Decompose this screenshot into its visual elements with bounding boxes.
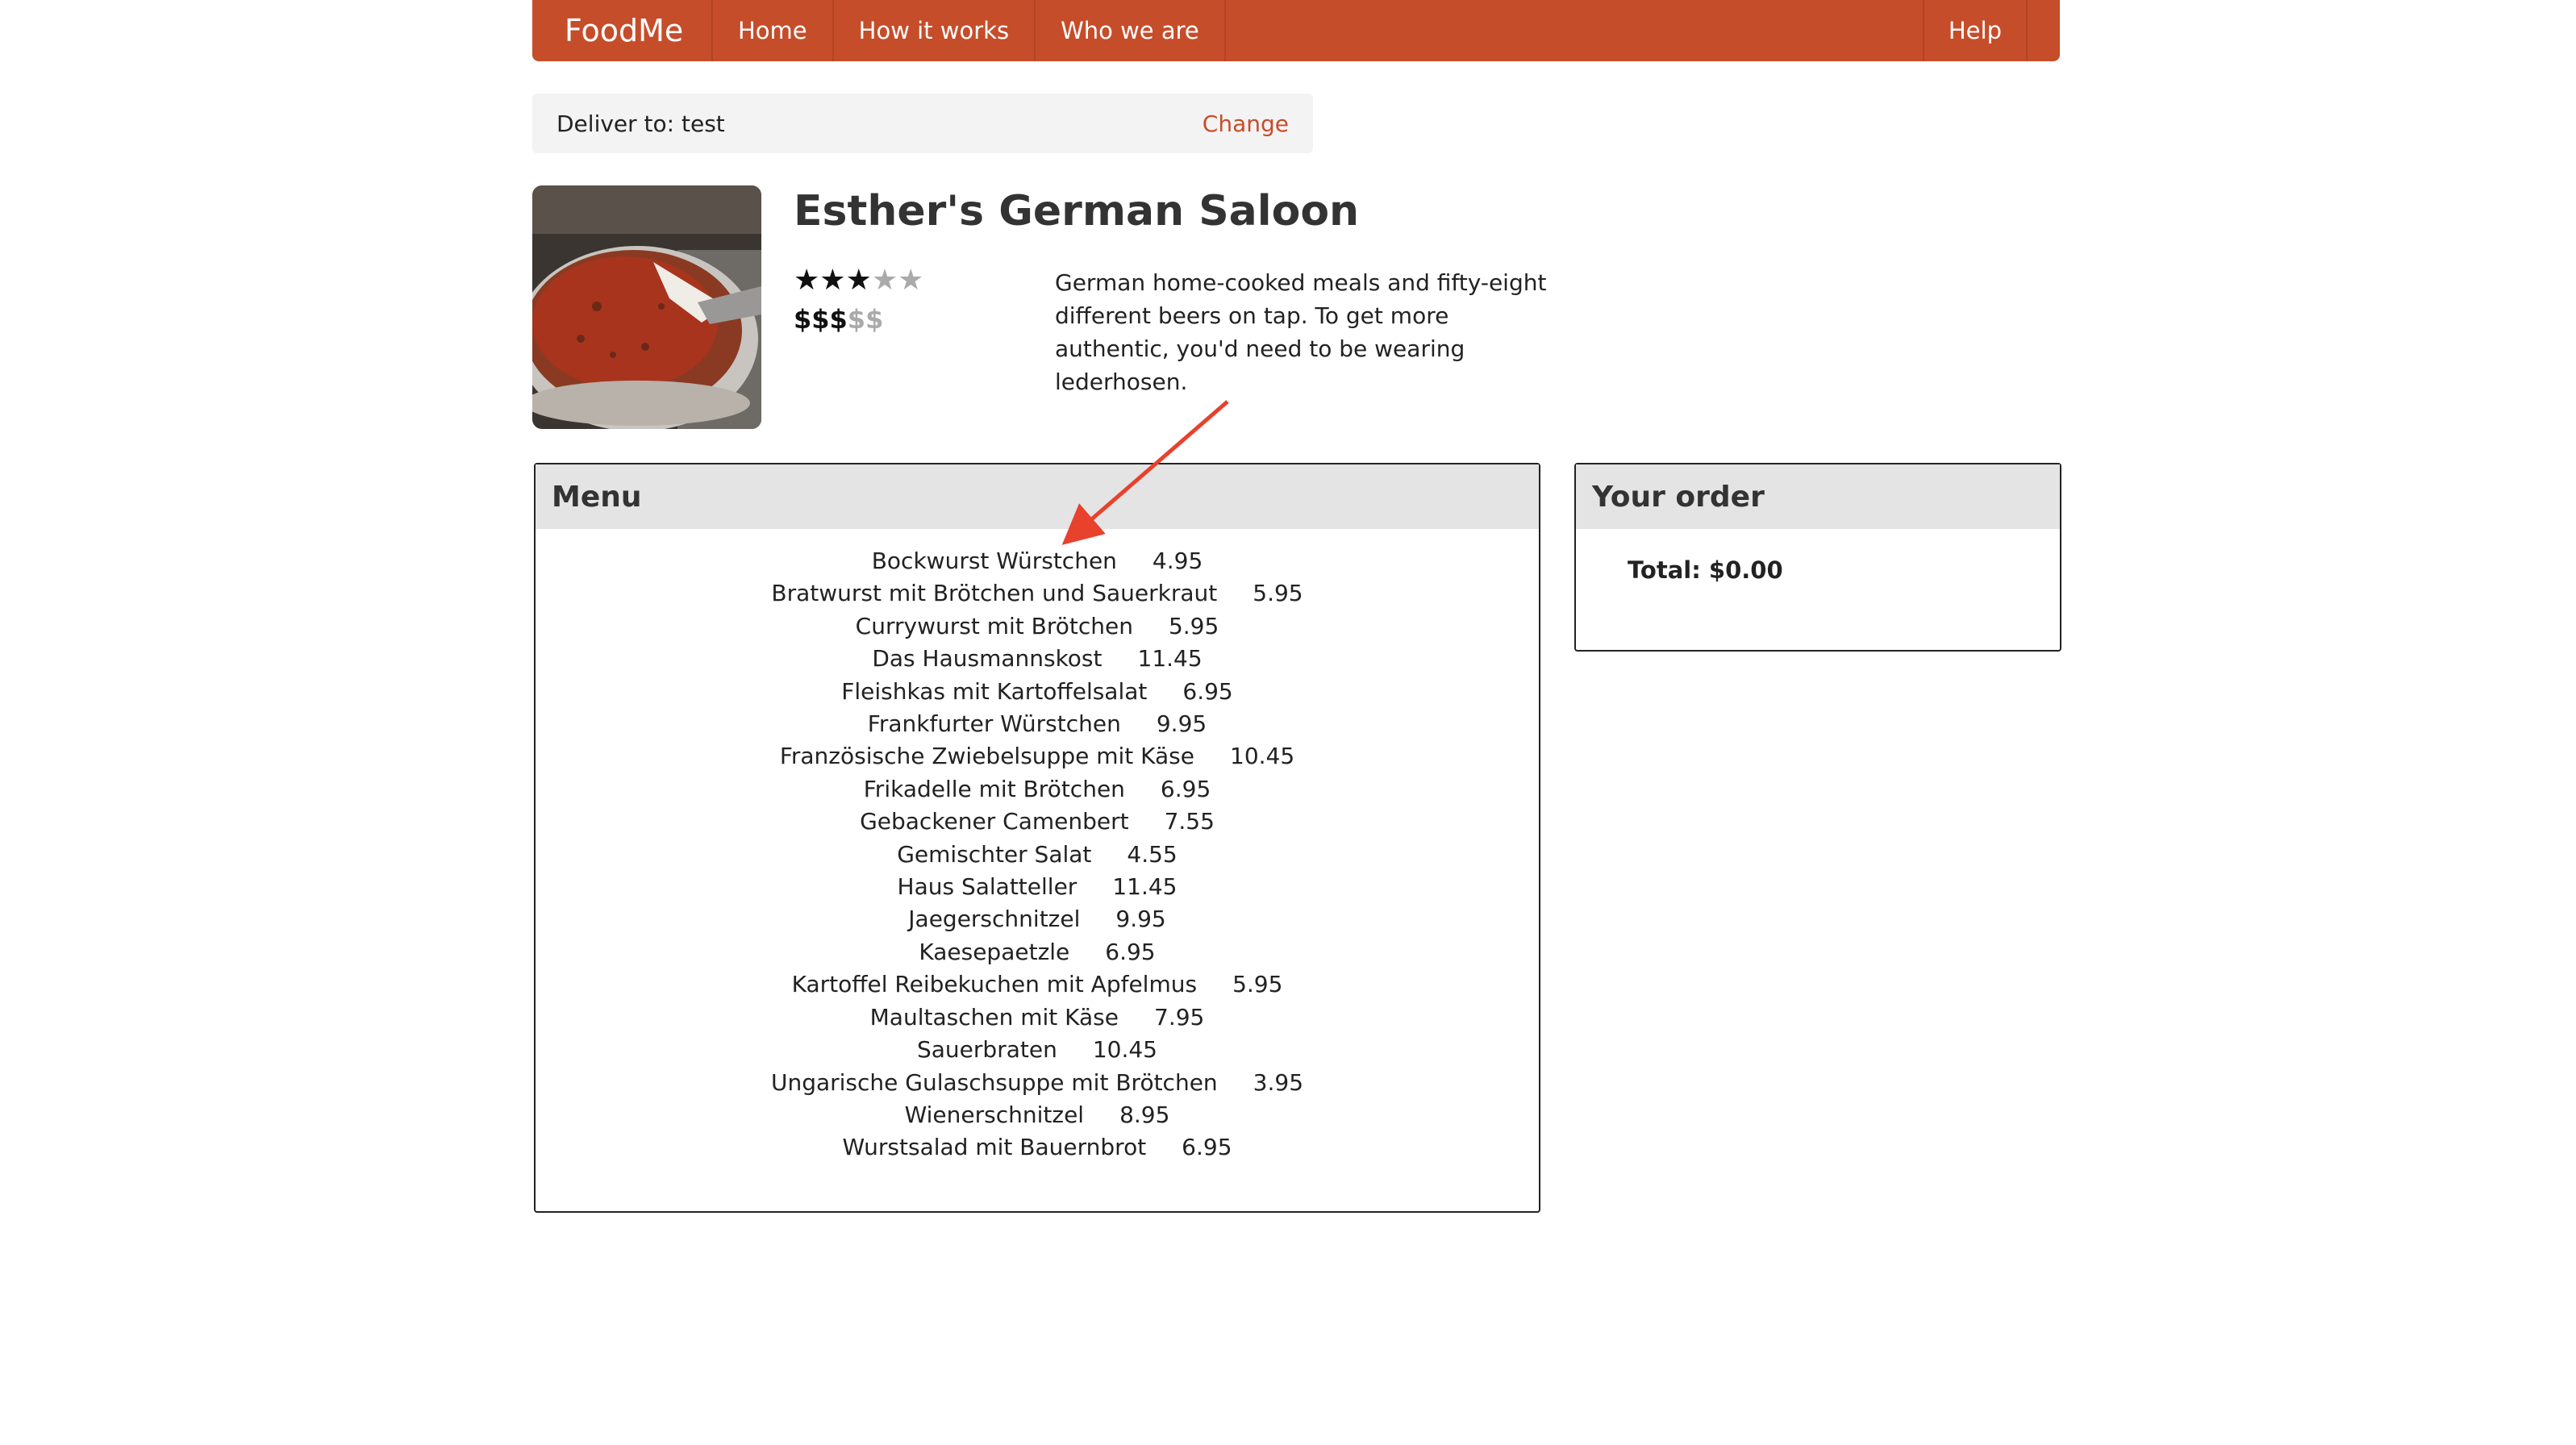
pizza-image [532,185,761,429]
menu-item[interactable]: Haus Salatteller 11.45 [536,871,1539,903]
menu-item[interactable]: Wienerschnitzel 8.95 [536,1099,1539,1131]
deliver-label: Deliver to: test [556,110,725,137]
menu-item[interactable]: Ungarische Gulaschsuppe mit Brötchen 3.95 [536,1067,1539,1099]
menu-item-price: 11.45 [1112,873,1178,901]
menu-item-name: Bockwurst Würstchen [871,548,1117,574]
star-icon: ★ [794,264,820,297]
menu-item-name: Jaegerschnitzel [908,906,1081,933]
menu-item-price: 10.45 [1230,743,1295,770]
menu-item-name: Kaesepaetzle [919,938,1070,965]
restaurant-name: Esther's German Saloon [794,187,1360,235]
menu-item-name: Frikadelle mit Brötchen [863,775,1125,802]
menu-item[interactable]: Kaesepaetzle 6.95 [536,936,1539,968]
menu-item[interactable]: Gebackener Camenbert 7.55 [536,806,1539,838]
menu-item[interactable]: Maultaschen mit Käse 7.95 [536,1002,1539,1034]
menu-list: Bockwurst Würstchen 4.95 Bratwurst mit Brö… [536,529,1539,1164]
menu-item-price: 9.95 [1115,906,1166,933]
menu-item[interactable]: Gemischter Salat 4.55 [536,839,1539,871]
menu-item-name: Gemischter Salat [897,840,1092,868]
menu-panel: Menu Bockwurst Würstchen 4.95 Bratwurst mi… [534,463,1540,1213]
rating-stars: ★★★★★ [794,264,923,297]
menu-item-name: Bratwurst mit Brötchen und Sauerkraut [771,580,1218,607]
menu-item-price: 8.95 [1119,1101,1170,1128]
nav-item-who-we-are[interactable]: Who we are [1036,0,1226,61]
menu-item[interactable]: Currywurst mit Brötchen 5.95 [536,610,1539,643]
menu-item[interactable]: Jaegerschnitzel 9.95 [536,903,1539,935]
menu-item-name: Currywurst mit Brötchen [855,612,1133,639]
menu-item-name: Maultaschen mit Käse [869,1003,1119,1031]
menu-item-name: Frankfurter Würstchen [867,710,1121,738]
menu-item-price: 6.95 [1182,1134,1232,1161]
nav-item-how-it-works[interactable]: How it works [834,0,1036,61]
top-navbar: FoodMe Home How it works Who we are Help [532,0,2060,61]
deliver-bar: Deliver to: test Change [532,94,1313,153]
menu-item-name: Ungarische Gulaschsuppe mit Brötchen [770,1068,1218,1096]
nav-item-help[interactable]: Help [1922,0,2028,61]
page: FoodMe Home How it works Who we are Help… [0,0,2576,1445]
menu-item-price: 5.95 [1253,580,1303,607]
menu-item-name: Französische Zwiebelsuppe mit Käse [779,743,1194,770]
menu-item-price: 7.55 [1164,808,1215,835]
menu-item[interactable]: Wurstsalad mit Bauernbrot 6.95 [536,1131,1539,1164]
menu-item-price: 6.95 [1160,775,1211,802]
menu-item-price: 6.95 [1105,938,1156,965]
menu-item-price: 6.95 [1182,677,1233,705]
star-empty-icon: ★ [898,264,924,297]
star-icon: ★ [819,264,846,297]
menu-item-price: 4.95 [1152,548,1203,574]
change-link[interactable]: Change [1203,110,1289,137]
order-total: Total: $0.00 [1628,556,1783,584]
dollar-icon: $ [829,304,848,335]
restaurant-description: German home-cooked meals and fifty-eight… [1055,269,1547,395]
menu-item[interactable]: Sauerbraten 10.45 [536,1034,1539,1066]
menu-item-price: 11.45 [1137,645,1203,673]
star-icon: ★ [845,264,872,297]
menu-item-price: 4.55 [1127,840,1178,868]
nav-item-home[interactable]: Home [713,0,834,61]
menu-item-price: 5.95 [1232,971,1283,998]
menu-item-name: Wurstsalad mit Bauernbrot [842,1134,1147,1161]
menu-item[interactable]: Frankfurter Würstchen 9.95 [536,708,1539,740]
star-empty-icon: ★ [871,264,898,297]
brand-logo[interactable]: FoodMe [532,0,713,61]
dollar-icon: $ [811,304,830,335]
order-title: Your order [1576,464,2060,529]
menu-item-price: 9.95 [1156,710,1207,738]
menu-item-name: Wienerschnitzel [904,1101,1085,1128]
restaurant-image [532,185,761,429]
dollar-empty-icon: $ [847,304,866,335]
menu-item[interactable]: Bockwurst Würstchen 4.95 [536,545,1539,577]
menu-item-price: 5.95 [1168,612,1219,639]
dollar-empty-icon: $ [865,304,884,335]
order-panel: Your order Total: $0.00 [1574,463,2061,652]
menu-item-name: Haus Salatteller [897,873,1078,901]
menu-item-name: Das Hausmannskost [872,645,1103,673]
menu-item-name: Kartoffel Reibekuchen mit Apfelmus [791,971,1198,998]
menu-item[interactable]: Kartoffel Reibekuchen mit Apfelmus 5.95 [536,968,1539,1001]
menu-title: Menu [536,464,1539,529]
menu-item[interactable]: Bratwurst mit Brötchen und Sauerkraut 5.9… [536,577,1539,610]
price-rating: $$$$$ [794,303,883,335]
menu-item[interactable]: Frikadelle mit Brötchen 6.95 [536,773,1539,806]
menu-item-name: Gebackener Camenbert [860,808,1129,835]
dollar-icon: $ [794,304,812,335]
menu-item-price: 3.95 [1253,1068,1304,1096]
menu-item[interactable]: Das Hausmannskost 11.45 [536,643,1539,675]
menu-item-name: Sauerbraten [917,1036,1057,1064]
menu-item-price: 10.45 [1092,1036,1157,1064]
menu-item-price: 7.95 [1154,1003,1205,1031]
menu-item-name: Fleishkas mit Kartoffelsalat [841,677,1148,705]
menu-item[interactable]: Französische Zwiebelsuppe mit Käse 10.45 [536,740,1539,772]
menu-item[interactable]: Fleishkas mit Kartoffelsalat 6.95 [536,676,1539,708]
